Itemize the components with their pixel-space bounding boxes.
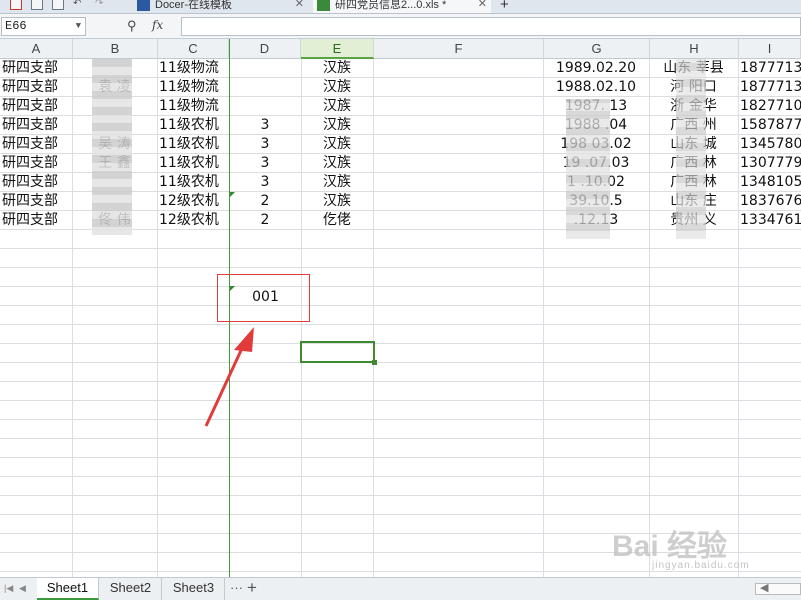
- cell-e-3[interactable]: 汉族: [301, 97, 373, 116]
- cell-d-8[interactable]: 2: [229, 192, 301, 211]
- scroll-left-icon[interactable]: ◀: [760, 581, 768, 594]
- cell-c-8[interactable]: 12级农机: [157, 192, 229, 211]
- column-header-a[interactable]: A: [0, 39, 73, 59]
- cell-a-5[interactable]: 研四支部: [0, 135, 72, 154]
- cell-g-1[interactable]: 1989.02.20: [543, 59, 649, 78]
- cell-a-6[interactable]: 研四支部: [0, 154, 72, 173]
- cell-c-9[interactable]: 12级农机: [157, 211, 229, 230]
- cell-e-9[interactable]: 仡佬: [301, 211, 373, 230]
- redo-icon[interactable]: ↷: [95, 0, 107, 10]
- cell-a-7[interactable]: 研四支部: [0, 173, 72, 192]
- column-header-row: A B C D E F G H I: [0, 39, 801, 59]
- tab-docer[interactable]: Docer-在线模板 ✕: [133, 0, 308, 13]
- docer-icon: [137, 0, 150, 11]
- cell-c-1[interactable]: 11级物流: [157, 59, 229, 78]
- cell-i-3[interactable]: 1827710: [738, 97, 801, 116]
- column-header-h[interactable]: H: [650, 39, 739, 59]
- cell-i-4[interactable]: 1587877: [738, 116, 801, 135]
- cell-g-2[interactable]: 1988.02.10: [543, 78, 649, 97]
- tab-docer-label: Docer-在线模板: [155, 0, 233, 11]
- cell-i-1[interactable]: 1877713: [738, 59, 801, 78]
- chevron-down-icon[interactable]: ▼: [76, 18, 81, 35]
- cell-i-9[interactable]: 1334761: [738, 211, 801, 230]
- cell-c-7[interactable]: 11级农机: [157, 173, 229, 192]
- cell-i-7[interactable]: 1348105: [738, 173, 801, 192]
- sheet-tab-sheet2[interactable]: Sheet2: [100, 578, 162, 600]
- more-sheets-button[interactable]: ···: [230, 580, 243, 595]
- cell-d-9[interactable]: 2: [229, 211, 301, 230]
- close-icon[interactable]: ✕: [478, 0, 487, 10]
- column-header-i[interactable]: I: [739, 39, 801, 59]
- cell-e-5[interactable]: 汉族: [301, 135, 373, 154]
- annotated-cell-value[interactable]: 001: [230, 288, 301, 307]
- column-header-c[interactable]: C: [158, 39, 229, 59]
- formula-input[interactable]: [181, 17, 801, 36]
- name-box[interactable]: E66 ▼: [1, 17, 86, 36]
- cell-e-4[interactable]: 汉族: [301, 116, 373, 135]
- cell-c-3[interactable]: 11级物流: [157, 97, 229, 116]
- cell-c-5[interactable]: 11级农机: [157, 135, 229, 154]
- watermark-url: jingyan.baidu.com: [652, 560, 750, 571]
- title-tab-bar: ↶ ↷ Docer-在线模板 ✕ 研四党员信息2...0.xls * ✕ +: [0, 0, 801, 14]
- cell-i-8[interactable]: 1837676: [738, 192, 801, 211]
- spreadsheet-icon: [317, 0, 330, 11]
- cell-i-6[interactable]: 1307779: [738, 154, 801, 173]
- sheet-tab-sheet1[interactable]: Sheet1: [37, 578, 99, 600]
- cell-d-6[interactable]: 3: [229, 154, 301, 173]
- baidu-watermark: Bai 经验 jingyan.baidu.com: [612, 513, 790, 573]
- cell-e-8[interactable]: 汉族: [301, 192, 373, 211]
- add-sheet-button[interactable]: +: [247, 578, 257, 598]
- tab-spreadsheet-label: 研四党员信息2...0.xls *: [335, 0, 447, 11]
- horizontal-scrollbar[interactable]: ◀: [755, 581, 801, 595]
- column-header-b[interactable]: B: [73, 39, 158, 59]
- cell-c-6[interactable]: 11级农机: [157, 154, 229, 173]
- undo-icon[interactable]: ↶: [73, 0, 85, 10]
- cell-a-2[interactable]: 研四支部: [0, 78, 72, 97]
- selected-cell[interactable]: [300, 341, 377, 365]
- first-sheet-icon[interactable]: |◀: [4, 583, 13, 594]
- cell-c-4[interactable]: 11级农机: [157, 116, 229, 135]
- column-header-d[interactable]: D: [229, 39, 301, 59]
- cell-e-6[interactable]: 汉族: [301, 154, 373, 173]
- cell-d-7[interactable]: 3: [229, 173, 301, 192]
- cell-a-4[interactable]: 研四支部: [0, 116, 72, 135]
- cell-a-9[interactable]: 研四支部: [0, 211, 72, 230]
- tab-spreadsheet[interactable]: 研四党员信息2...0.xls * ✕: [313, 0, 491, 13]
- formula-bar: E66 ▼ ⚲ fx: [0, 14, 801, 39]
- comment-indicator-icon: [230, 192, 235, 197]
- column-header-f[interactable]: F: [374, 39, 544, 59]
- cell-e-1[interactable]: 汉族: [301, 59, 373, 78]
- cell-a-3[interactable]: 研四支部: [0, 97, 72, 116]
- zoom-icon[interactable]: ⚲: [127, 18, 137, 34]
- cell-i-5[interactable]: 1345780: [738, 135, 801, 154]
- print-icon[interactable]: [31, 0, 43, 10]
- new-tab-button[interactable]: +: [494, 0, 518, 13]
- sheet-tab-bar: |◀ ◀ Sheet1 Sheet2 Sheet3 ··· + ◀: [0, 577, 801, 600]
- cell-grid[interactable]: 研四支部11级物流汉族1989.02.20山东 莘县1877713研四支部袁 凌…: [0, 59, 801, 577]
- cell-d-3[interactable]: [229, 97, 301, 116]
- cell-i-2[interactable]: 1877713: [738, 78, 801, 97]
- watermark-logo: Bai 经验: [612, 530, 728, 563]
- print-preview-icon[interactable]: [52, 0, 64, 10]
- cell-d-2[interactable]: [229, 78, 301, 97]
- column-header-g[interactable]: G: [544, 39, 650, 59]
- cell-e-7[interactable]: 汉族: [301, 173, 373, 192]
- sheet-tab-sheet3[interactable]: Sheet3: [163, 578, 225, 600]
- cell-a-1[interactable]: 研四支部: [0, 59, 72, 78]
- pdf-icon[interactable]: [10, 0, 22, 10]
- column-header-e[interactable]: E: [301, 39, 374, 59]
- close-icon[interactable]: ✕: [295, 0, 304, 10]
- cell-d-5[interactable]: 3: [229, 135, 301, 154]
- cell-d-4[interactable]: 3: [229, 116, 301, 135]
- prev-sheet-icon[interactable]: ◀: [19, 583, 26, 594]
- cell-a-8[interactable]: 研四支部: [0, 192, 72, 211]
- cell-c-2[interactable]: 11级物流: [157, 78, 229, 97]
- fill-handle[interactable]: [372, 360, 377, 365]
- name-box-value: E66: [5, 19, 27, 33]
- cell-d-1[interactable]: [229, 59, 301, 78]
- cell-e-2[interactable]: 汉族: [301, 78, 373, 97]
- function-icon[interactable]: fx: [152, 18, 163, 32]
